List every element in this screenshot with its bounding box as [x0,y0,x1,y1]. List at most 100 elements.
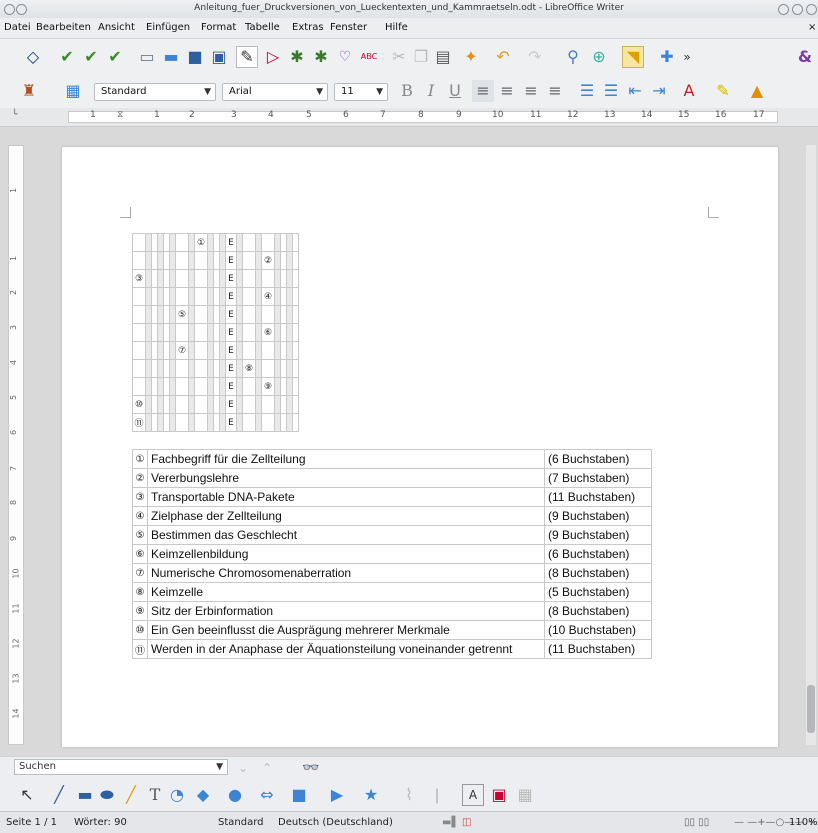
menu-ansicht[interactable]: Ansicht [98,22,135,33]
clue-number[interactable]: ① [132,449,148,469]
text-icon[interactable]: T [144,784,166,806]
bullets-icon[interactable]: ☰ [600,80,622,102]
grid-cell[interactable] [292,287,299,306]
star-icon[interactable]: ✚ [656,46,678,68]
grid-number-cell[interactable] [132,341,146,360]
grid-cell[interactable] [175,413,189,432]
indent-increase-icon[interactable]: ⇥ [648,80,670,102]
new-document-icon[interactable]: ▭ [136,46,158,68]
menu-einfuegen[interactable]: Einfügen [146,22,190,33]
grid-cell[interactable] [242,395,256,414]
grid-cell[interactable] [194,287,208,306]
clue-text[interactable]: Keimzelle [147,582,545,602]
grid-cell[interactable] [175,377,189,396]
clue-number[interactable]: ⑦ [132,563,148,583]
solution-letter-cell[interactable]: E [225,341,237,360]
close-window-icon[interactable] [806,4,817,15]
hyperlink-icon[interactable]: ⚲ [562,46,584,68]
grid-cell[interactable] [261,395,275,414]
grid-cell[interactable] [242,413,256,432]
grid-cell[interactable] [261,233,275,252]
indent-decrease-icon[interactable]: ⇤ [624,80,646,102]
close-document-icon[interactable]: × [808,22,816,33]
export-pdf-icon[interactable]: ▷ [262,46,284,68]
clue-number[interactable]: ⑤ [132,525,148,545]
find-previous-icon[interactable]: ⌄ [232,757,254,779]
symbol-shapes-icon[interactable]: ● [224,784,246,806]
flowchart-icon[interactable]: ■ [288,784,310,806]
print-icon[interactable]: ✱ [286,46,308,68]
menu-bearbeiten[interactable]: Bearbeiten [36,22,91,33]
find-next-icon[interactable]: ⌃ [256,757,278,779]
align-right-icon[interactable]: ≡ [520,80,542,102]
check-icon[interactable]: ✔ [56,46,78,68]
clue-letter-count[interactable]: (9 Buchstaben) [544,506,652,526]
clue-letter-count[interactable]: (7 Buchstaben) [544,468,652,488]
grid-cell[interactable] [242,377,256,396]
word-count[interactable]: Wörter: 90 [74,817,127,828]
grid-cell[interactable] [292,341,299,360]
font-color-icon[interactable]: A [678,80,700,102]
background-color-icon[interactable]: ▲ [746,80,768,102]
puzzle-grid[interactable]: ①EE②③EE④⑤EE⑥⑦EE⑧E⑨⑩E⑪E [132,233,299,432]
clue-text[interactable]: Sitz der Erbinformation [147,601,545,621]
grid-marker-cell[interactable]: ⑤ [175,305,189,324]
save-as-icon[interactable]: ▣ [208,46,230,68]
grid-marker-cell[interactable]: ① [194,233,208,252]
spellcheck-icon[interactable]: ♡ [334,46,356,68]
grid-cell[interactable] [292,359,299,378]
callouts-icon[interactable]: ▶ [326,784,348,806]
grid-marker-cell[interactable]: ⑨ [261,377,275,396]
paragraph-style-select[interactable]: Standard ▼ [94,83,216,101]
highlight-icon[interactable]: ◥ [622,46,644,68]
apply-style-icon[interactable]: ▦ [62,80,84,102]
grid-cell[interactable] [175,323,189,342]
grid-cell[interactable] [194,341,208,360]
vertical-ruler[interactable]: 1 1 2 3 4 5 6 7 8 9 10 11 12 13 14 [8,145,24,745]
font-size-select[interactable]: 11 ▼ [334,83,388,101]
solution-letter-cell[interactable]: E [225,251,237,270]
menu-tabelle[interactable]: Tabelle [245,22,280,33]
cut-icon[interactable]: ✂ [388,46,410,68]
align-left-icon[interactable]: ≡ [472,80,494,102]
clue-text[interactable]: Bestimmen das Geschlecht [147,525,545,545]
print-preview-icon[interactable]: ✱ [310,46,332,68]
solution-letter-cell[interactable]: E [225,269,237,288]
bold-icon[interactable]: B [396,80,418,102]
select-pointer-icon[interactable]: ↖ [16,784,38,806]
ampersand-icon[interactable]: & [794,46,816,68]
italic-icon[interactable]: I [420,80,442,102]
solution-letter-cell[interactable]: E [225,233,237,252]
grid-number-cell[interactable] [132,251,146,270]
clue-letter-count[interactable]: (11 Buchstaben) [544,487,652,507]
minimize-icon[interactable] [778,4,789,15]
insert-image-icon[interactable]: ▣ [488,784,510,806]
menu-hilfe[interactable]: Hilfe [385,22,408,33]
justify-icon[interactable]: ≡ [544,80,566,102]
line-icon[interactable]: ╱ [48,784,70,806]
grid-cell[interactable] [194,413,208,432]
grid-cell[interactable] [242,269,256,288]
rectangle-icon[interactable]: ▬ [74,784,96,806]
menu-fenster[interactable]: Fenster [330,22,367,33]
clue-letter-count[interactable]: (9 Buchstaben) [544,525,652,545]
clue-number[interactable]: ④ [132,506,148,526]
clue-text[interactable]: Vererbungslehre [147,468,545,488]
clue-number[interactable]: ⑧ [132,582,148,602]
fontwork-icon[interactable]: A [462,784,484,806]
grid-cell[interactable] [194,251,208,270]
indent-marker-icon[interactable]: ⧖ [117,110,123,120]
clue-number[interactable]: ⑩ [132,620,148,640]
grid-cell[interactable] [175,269,189,288]
grid-marker-cell[interactable]: ② [261,251,275,270]
binoculars-icon[interactable]: 👓 [300,757,322,779]
solution-letter-cell[interactable]: E [225,323,237,342]
grid-cell[interactable] [292,323,299,342]
grid-cell[interactable] [261,341,275,360]
grid-number-cell[interactable] [132,359,146,378]
grid-cell[interactable] [242,287,256,306]
block-arrows-icon[interactable]: ⇔ [256,784,278,806]
grid-cell[interactable] [242,341,256,360]
clone-format-icon[interactable]: ✦ [460,46,482,68]
grid-marker-cell[interactable]: ⑦ [175,341,189,360]
